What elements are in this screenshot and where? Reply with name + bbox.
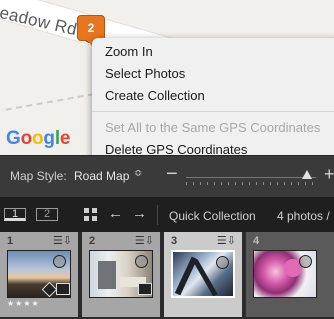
- thumbnail-photo[interactable]: [89, 250, 153, 298]
- zoom-in-button[interactable]: +: [324, 164, 334, 185]
- thumbnail-photo[interactable]: [171, 250, 235, 298]
- menu-item-select-photos[interactable]: Select Photos: [92, 63, 334, 85]
- context-menu: Zoom In Select Photos Create Collection …: [92, 38, 334, 166]
- thumbnail-number: 2: [89, 235, 96, 247]
- thumbnail-photo[interactable]: [253, 250, 317, 298]
- caption-icon: [138, 283, 152, 295]
- thumbnail-number: 4: [253, 235, 260, 247]
- select-circle-icon[interactable]: [135, 255, 148, 268]
- tag-icon: [41, 281, 58, 297]
- zoom-out-button[interactable]: −: [166, 163, 178, 186]
- rating-stars: ★★★★: [7, 299, 40, 308]
- filmstrip-divider: [157, 205, 158, 225]
- select-circle-icon[interactable]: [53, 255, 66, 268]
- map-style-select[interactable]: Road Map: [74, 169, 129, 183]
- zoom-slider[interactable]: [186, 177, 316, 178]
- back-arrow-icon[interactable]: ←: [108, 205, 123, 222]
- map-toolbar: Map Style: Road Map ≎ − +: [0, 155, 334, 197]
- thumbnail-number: 1: [7, 235, 14, 247]
- filmstrip: 1 ☰⇩ ★★★★ 2 ☰⇩ 3 ☰⇩ 4: [0, 232, 334, 319]
- thumbnail-cell-3[interactable]: 3 ☰⇩: [164, 232, 242, 317]
- map-style-label: Map Style:: [10, 169, 67, 183]
- thumbnail-photo[interactable]: [7, 250, 71, 298]
- menu-item-zoom-in[interactable]: Zoom In: [92, 41, 334, 63]
- menu-item-create-collection[interactable]: Create Collection: [92, 85, 334, 107]
- collection-badge-icon: ☰⇩: [134, 235, 154, 247]
- secondary-window-button[interactable]: 2: [36, 208, 58, 221]
- thumbnail-cell-4[interactable]: 4: [246, 232, 334, 317]
- filmstrip-header: 1 2 ← → Quick Collection 4 photos /: [0, 197, 334, 232]
- filmstrip-photo-count: 4 photos /: [277, 209, 330, 223]
- google-logo: Google: [6, 128, 71, 149]
- map-dashed-path: [5, 91, 105, 111]
- zoom-slider-thumb[interactable]: [301, 170, 312, 179]
- forward-arrow-icon[interactable]: →: [132, 205, 147, 222]
- select-arrows-icon[interactable]: ≎: [134, 168, 142, 179]
- collection-badge-icon: ☰⇩: [216, 235, 236, 247]
- select-circle-icon[interactable]: [299, 255, 312, 268]
- thumbnail-cell-1[interactable]: 1 ☰⇩ ★★★★: [0, 232, 78, 317]
- select-circle-icon[interactable]: [216, 256, 229, 269]
- zoom-slider-ticks: [186, 182, 316, 185]
- collection-badge-icon: ☰⇩: [52, 235, 72, 247]
- thumbnail-cell-2[interactable]: 2 ☰⇩: [82, 232, 160, 317]
- primary-window-button[interactable]: 1: [4, 208, 26, 221]
- filmstrip-source[interactable]: Quick Collection: [169, 209, 256, 223]
- grid-view-icon[interactable]: [84, 208, 97, 221]
- thumbnail-number: 3: [171, 235, 178, 247]
- menu-item-set-same-gps: Set All to the Same GPS Coordinates: [105, 120, 321, 135]
- menu-separator: [92, 111, 334, 112]
- caption-icon: [56, 283, 70, 295]
